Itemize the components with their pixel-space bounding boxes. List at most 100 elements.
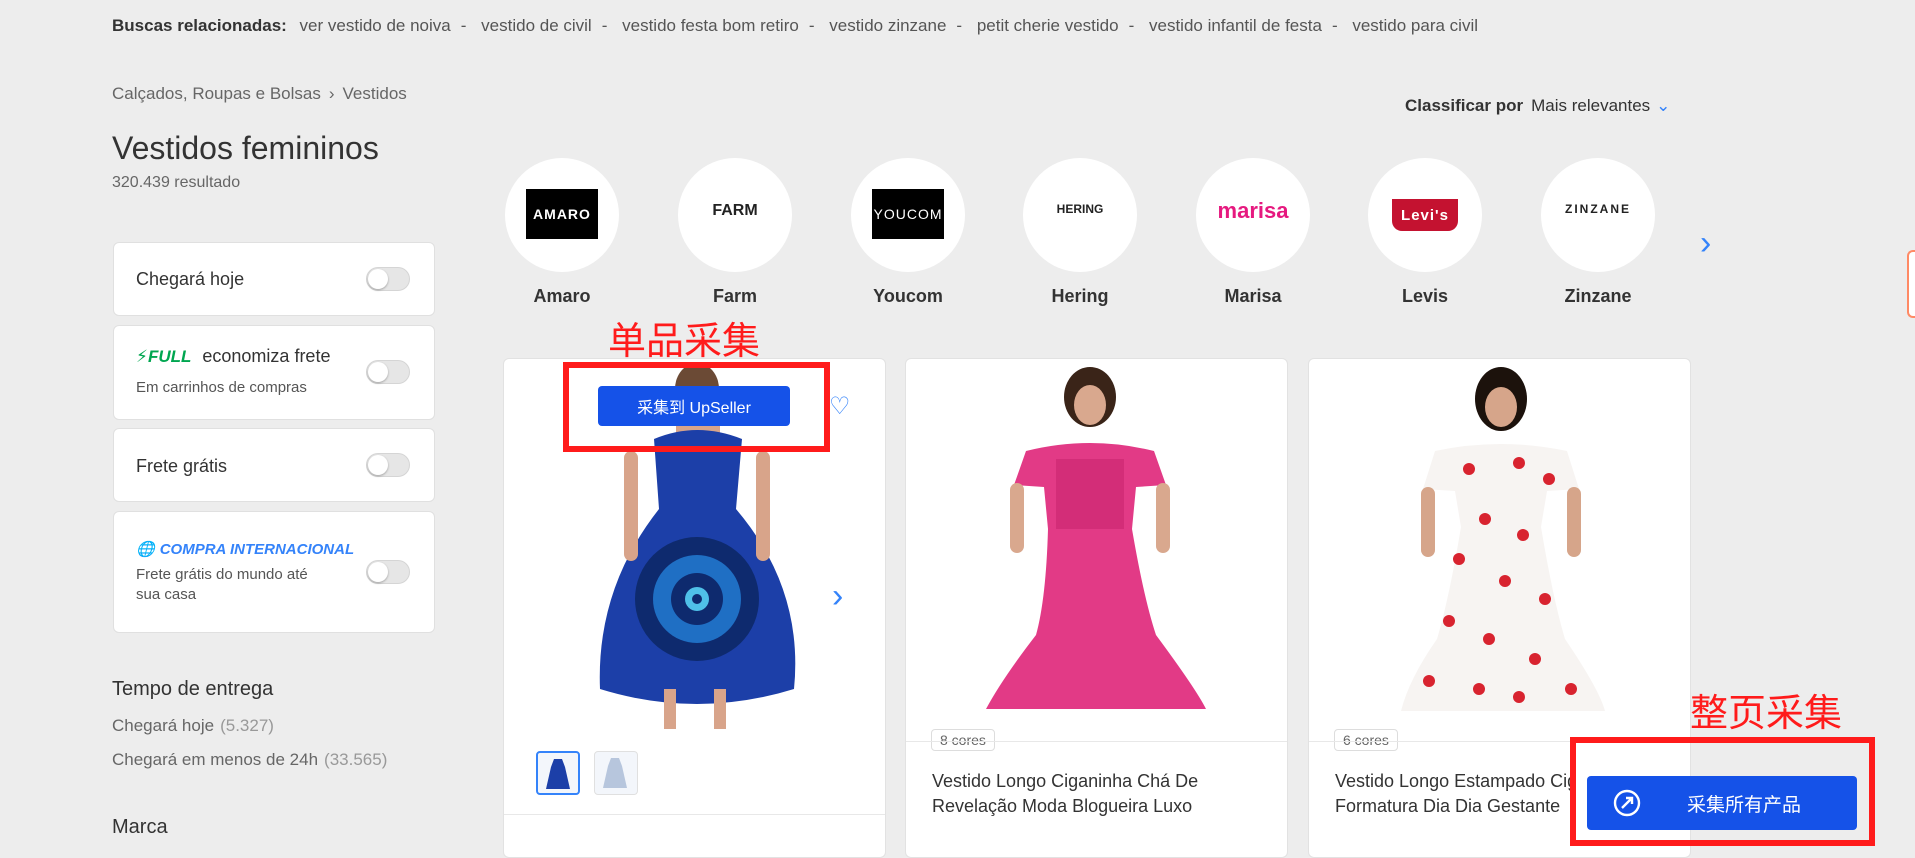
brand-logo: marisa: [1196, 158, 1310, 272]
filter-label: ⚡FULL economiza frete: [136, 346, 330, 367]
related-link[interactable]: vestido de civil: [481, 16, 592, 35]
related-link[interactable]: vestido festa bom retiro: [622, 16, 799, 35]
filter-subtext: Em carrinhos de compras: [136, 379, 307, 396]
related-link[interactable]: vestido zinzane: [829, 16, 946, 35]
brand-filter-heading: Marca: [112, 816, 168, 838]
brand-name: Hering: [1051, 286, 1109, 306]
dress-floral-image: [1401, 367, 1605, 711]
brands-next-arrow-icon[interactable]: ›: [1700, 226, 1730, 260]
intl-tag: COMPRA INTERNACIONAL: [159, 541, 355, 558]
lightning-icon: ⚡: [136, 347, 148, 366]
international-toggle[interactable]: [366, 560, 410, 584]
product-image[interactable]: [906, 359, 1287, 739]
breadcrumb: Calçados, Roupas e Bolsas › Vestidos: [112, 84, 407, 104]
brand-name: Youcom: [873, 286, 943, 306]
brand-logo: YOUCOM: [851, 158, 965, 272]
product-title[interactable]: Vestido Longo Ciganinha Chá De Revelação…: [932, 769, 1262, 819]
filter-label: Chegará hoje: [136, 269, 245, 289]
amaro-logo: AMARO: [526, 189, 598, 239]
chevron-right-icon: ›: [328, 84, 335, 103]
delivery-option-label: Chegará em menos de 24h: [112, 750, 319, 769]
product-image[interactable]: [1309, 359, 1690, 739]
youcom-logo: YOUCOM: [872, 189, 944, 239]
brand-item-youcom[interactable]: YOUCOM Youcom: [851, 158, 965, 307]
breadcrumb-current[interactable]: Vestidos: [343, 84, 407, 103]
delivery-option-count: (5.327): [220, 716, 274, 735]
filter-subtext: Frete grátis do mundo até sua casa: [136, 566, 308, 603]
collect-all-products-button[interactable]: 采集所有产品: [1587, 776, 1857, 830]
brand-name: Levis: [1401, 286, 1449, 306]
collect-to-upseller-button[interactable]: 采集到 UpSeller: [598, 386, 790, 426]
separator: -: [601, 16, 608, 35]
toggle-knob: [368, 455, 388, 475]
brand-item-levis[interactable]: Levi's Levis: [1368, 158, 1482, 307]
separator: -: [956, 16, 963, 35]
color-count-badge: 8 cores: [931, 729, 995, 751]
thumb-dress-icon: [603, 758, 627, 788]
divider: [906, 741, 1287, 742]
thumbnail[interactable]: [594, 751, 638, 795]
page-title: Vestidos femininos: [112, 130, 379, 166]
levis-logo: Levi's: [1392, 199, 1458, 231]
extension-side-tab[interactable]: [1907, 250, 1915, 318]
delivery-option[interactable]: Chegará em menos de 24h (33.565): [112, 750, 387, 770]
breadcrumb-parent[interactable]: Calçados, Roupas e Bolsas: [112, 84, 321, 103]
favorite-heart-icon[interactable]: ♡: [829, 392, 851, 421]
brand-logo: Levi's: [1368, 158, 1482, 272]
product-card[interactable]: 8 cores Vestido Longo Ciganinha Chá De R…: [905, 358, 1288, 858]
arrives-today-toggle[interactable]: [366, 267, 410, 291]
sort-selector[interactable]: Classificar por Mais relevantes ⌄: [1405, 96, 1670, 116]
color-count-badge: 6 cores: [1334, 729, 1398, 751]
separator: -: [460, 16, 467, 35]
related-searches: Buscas relacionadas: ver vestido de noiv…: [112, 16, 1478, 36]
brand-name: Farm: [712, 286, 757, 306]
brand-name: Amaro: [533, 286, 591, 306]
filter-full[interactable]: ⚡FULL economiza frete Em carrinhos de co…: [113, 325, 435, 420]
brand-logo: FARM: [678, 158, 792, 272]
delivery-option[interactable]: Chegará hoje (5.327): [112, 716, 274, 736]
filter-label: Frete grátis: [136, 456, 228, 476]
brand-logo: ZINZANE: [1541, 158, 1655, 272]
divider: [504, 814, 885, 815]
filter-arrives-today[interactable]: Chegará hoje: [113, 242, 435, 316]
brand-item-zinzane[interactable]: ZINZANE Zinzane: [1541, 158, 1655, 307]
marisa-logo: marisa: [1217, 198, 1289, 223]
separator: -: [1128, 16, 1135, 35]
brand-item-amaro[interactable]: AMARO Amaro: [505, 158, 619, 307]
dress-pink-image: [986, 367, 1206, 709]
filter-label: 🌐 COMPRA INTERNACIONAL: [136, 538, 354, 559]
brand-logo: HERING: [1023, 158, 1137, 272]
brand-logo: AMARO: [505, 158, 619, 272]
related-searches-label: Buscas relacionadas:: [112, 16, 287, 35]
toggle-knob: [368, 362, 388, 382]
thumb-dress-icon: [546, 759, 570, 789]
hering-logo: HERING: [1056, 202, 1104, 216]
thumbnail[interactable]: [536, 751, 580, 795]
related-link[interactable]: vestido infantil de festa: [1149, 16, 1322, 35]
chevron-down-icon: ⌄: [1656, 96, 1671, 115]
filter-free-shipping[interactable]: Frete grátis: [113, 428, 435, 502]
full-tag: FULL: [147, 347, 192, 366]
free-shipping-toggle[interactable]: [366, 453, 410, 477]
image-next-arrow-icon[interactable]: ›: [832, 577, 843, 616]
related-link[interactable]: ver vestido de noiva: [300, 16, 451, 35]
single-collect-annotation: 单品采集: [608, 319, 761, 363]
brand-item-marisa[interactable]: marisa Marisa: [1196, 158, 1310, 307]
toggle-knob: [368, 562, 388, 582]
delivery-option-count: (33.565): [324, 750, 388, 769]
delivery-option-label: Chegará hoje: [112, 716, 215, 735]
collect-all-label: 采集所有产品: [1687, 794, 1802, 816]
filter-international[interactable]: 🌐 COMPRA INTERNACIONAL Frete grátis do m…: [113, 511, 435, 633]
separator: -: [808, 16, 815, 35]
full-toggle[interactable]: [366, 360, 410, 384]
brand-name: Zinzane: [1564, 286, 1632, 306]
related-link[interactable]: vestido para civil: [1352, 16, 1478, 35]
separator: -: [1331, 16, 1338, 35]
related-link[interactable]: petit cherie vestido: [977, 16, 1119, 35]
full-label: economiza frete: [202, 346, 331, 366]
brand-item-farm[interactable]: FARM Farm: [678, 158, 792, 307]
upseller-rocket-icon: [1613, 789, 1641, 817]
brand-item-hering[interactable]: HERING Hering: [1023, 158, 1137, 307]
zinzane-logo: ZINZANE: [1565, 202, 1631, 216]
delivery-heading: Tempo de entrega: [112, 678, 274, 700]
